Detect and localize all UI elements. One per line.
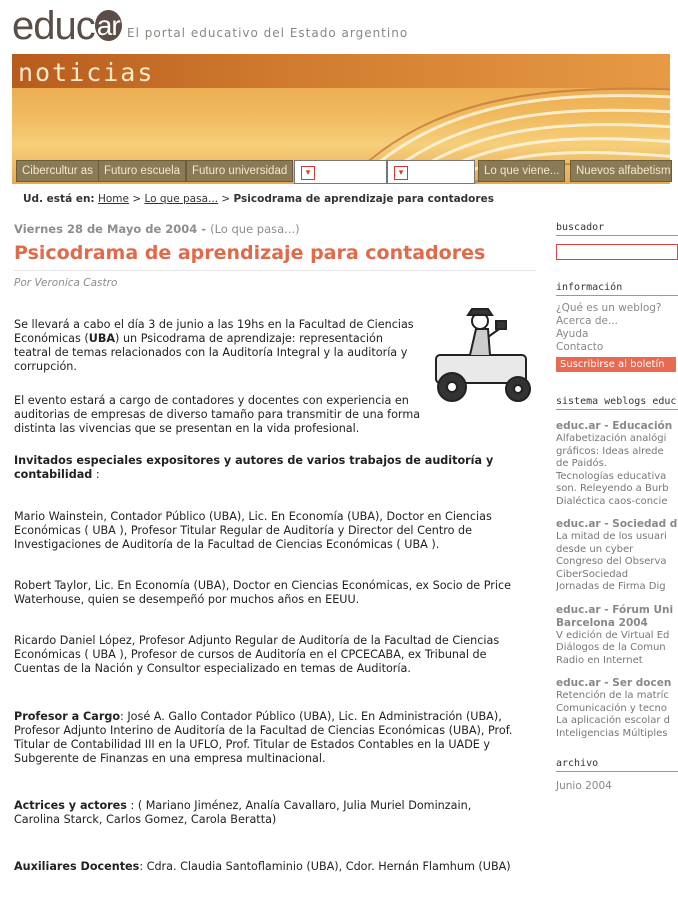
blog-block-4: educ.ar - Ser docen Retención de la matr… <box>556 677 678 740</box>
blog-entry[interactable]: La mitad de los usuari <box>556 531 678 544</box>
cartoon-illustration <box>435 308 531 402</box>
blog-entry[interactable]: Jornadas de Firma Dig <box>556 581 678 594</box>
sidebar: buscador información ¿Qué es un weblog? … <box>556 222 678 793</box>
article-date: Viernes 28 de Mayo de 2004 - (Lo que pas… <box>14 222 300 236</box>
blog-entry[interactable]: CiberSociedad <box>556 569 678 582</box>
paragraph-2: El evento estará a cargo de contadores y… <box>14 394 421 435</box>
blog-block-1: educ.ar - Educación Alfabetización analó… <box>556 420 678 508</box>
blog-entry[interactable]: Inteligencias Múltiples <box>556 728 678 741</box>
paragraph-4: Mario Wainstein, Contador Público (UBA),… <box>14 510 492 551</box>
info-link-ayuda[interactable]: Ayuda <box>556 328 678 341</box>
buscador-heading: buscador <box>556 222 678 236</box>
blog-entry[interactable]: Congreso del Observa <box>556 556 678 569</box>
nav-tabs: Cibercultur as Futuro escuela Futuro uni… <box>12 160 672 184</box>
blog-title[interactable]: educ.ar - Sociedad d <box>556 518 678 531</box>
info-link-weblog[interactable]: ¿Qué es un weblog? <box>556 302 678 315</box>
paragraph-3: Invitados especiales expositores y autor… <box>14 454 494 481</box>
info-link-acerca[interactable]: Acerca de... <box>556 315 678 328</box>
breadcrumb: Ud. está en: Home > Lo que pasa... > Psi… <box>23 193 494 205</box>
section-title: noticias <box>18 58 155 87</box>
breadcrumb-current: Psicodrama de aprendizaje para contadore… <box>233 193 494 205</box>
breadcrumb-home-link[interactable]: Home <box>98 193 129 205</box>
paragraph-9: Auxiliares Docentes: Cdra. Claudia Santo… <box>14 860 511 873</box>
article: Viernes 28 de Mayo de 2004 - (Lo que pas… <box>14 222 539 873</box>
blog-entry[interactable]: de Paidós. <box>556 458 678 471</box>
logo-text: educ <box>12 4 96 48</box>
blog-entry[interactable]: Radio en Internet <box>556 655 678 668</box>
tab-nuevos-alfabetismos[interactable]: Nuevos alfabetismo <box>570 160 672 182</box>
blog-entry[interactable]: Diálogos de la Comun <box>556 642 678 655</box>
paragraph-5: Robert Taylor, Lic. En Economía (UBA), D… <box>14 579 512 606</box>
chevron-down-icon: ▾ <box>394 166 408 180</box>
tagline: El portal educativo del Estado argentino <box>127 26 409 40</box>
blog-title[interactable]: educ.ar - Ser docen <box>556 677 678 690</box>
tab-futuro-universidad[interactable]: Futuro universidad <box>186 160 294 182</box>
breadcrumb-prefix: Ud. está en: <box>23 193 95 205</box>
blog-entry[interactable]: Dialéctica caos-concie <box>556 496 678 509</box>
breadcrumb-section-link[interactable]: Lo que pasa... <box>144 193 218 205</box>
blog-entry[interactable]: son. Releyendo a Burb <box>556 483 678 496</box>
tab-futuro-escuela[interactable]: Futuro escuela <box>98 160 187 182</box>
blog-title[interactable]: educ.ar - Educación <box>556 420 678 433</box>
blog-entry[interactable]: Alfabetización analógi <box>556 433 678 446</box>
blog-entry[interactable]: Tecnologías educativa <box>556 471 678 484</box>
blog-entry[interactable]: La aplicación escolar d <box>556 715 678 728</box>
blog-entry[interactable]: gráficos: Ideas alrede <box>556 446 678 459</box>
educar-logo[interactable]: educar <box>12 6 122 50</box>
search-input[interactable] <box>556 244 678 260</box>
dropdown-select-1[interactable]: ▾ <box>294 160 387 184</box>
blog-block-2: educ.ar - Sociedad d La mitad de los usu… <box>556 518 678 594</box>
paragraph-8: Actrices y actores : ( Mariano Jiménez, … <box>14 799 472 826</box>
blog-entry[interactable]: desde un cyber <box>556 544 678 557</box>
tab-lo-que-viene[interactable]: Lo que viene... <box>478 160 566 182</box>
blog-entry[interactable]: Retención de la matríc <box>556 690 678 703</box>
blog-entry[interactable]: V edición de Virtual Ed <box>556 630 678 643</box>
blog-title[interactable]: Barcelona 2004 <box>556 617 678 630</box>
archivo-link[interactable]: Junio 2004 <box>556 780 678 793</box>
subscribe-button[interactable]: Suscribirse al boletín <box>556 357 676 372</box>
dropdown-select-2[interactable]: ▾ <box>387 160 475 184</box>
informacion-heading: información <box>556 282 678 296</box>
archivo-heading: archivo <box>556 758 678 772</box>
paragraph-7: Profesor a Cargo: José A. Gallo Contador… <box>14 710 513 765</box>
chevron-down-icon: ▾ <box>301 166 315 180</box>
blog-entry[interactable]: Comunicación y tecno <box>556 703 678 716</box>
sistema-heading: sistema weblogs educ <box>556 396 678 410</box>
blog-block-3: educ.ar - Fórum Uni Barcelona 2004 V edi… <box>556 604 678 668</box>
article-author: Por Veronica Castro <box>14 277 118 289</box>
tab-ciberculturas[interactable]: Cibercultur as <box>16 160 99 182</box>
info-link-contacto[interactable]: Contacto <box>556 341 678 354</box>
paragraph-1: Se llevará a cabo el día 3 de junio a la… <box>14 318 414 373</box>
logo-suffix: ar <box>94 10 122 41</box>
article-title: Psicodrama de aprendizaje para contadore… <box>14 242 536 271</box>
blog-title[interactable]: educ.ar - Fórum Uni <box>556 604 678 617</box>
section-link[interactable]: (Lo que pasa...) <box>210 222 300 236</box>
paragraph-6: Ricardo Daniel López, Profesor Adjunto R… <box>14 634 500 675</box>
